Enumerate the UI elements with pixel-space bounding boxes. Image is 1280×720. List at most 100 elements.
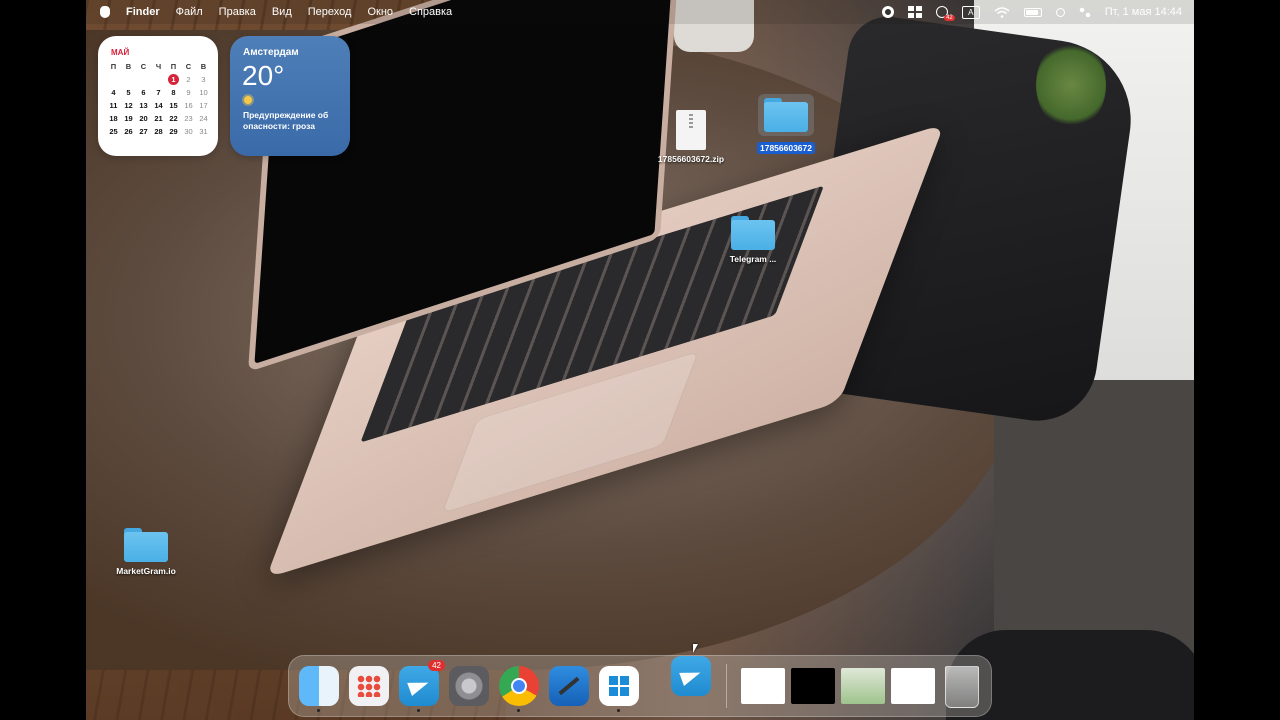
- windows-app-icon[interactable]: [599, 666, 639, 712]
- menu-bar: Finder Файл Правка Вид Переход Окно Спра…: [86, 0, 1194, 24]
- wallpaper-plant: [1036, 40, 1106, 130]
- folder-marketgram-label: MarketGram.io: [116, 566, 176, 576]
- calendar-day: 14: [154, 101, 163, 110]
- calendar-weekday: С: [185, 62, 192, 71]
- running-indicator: [317, 709, 320, 712]
- calendar-day: 18: [109, 114, 118, 123]
- mouse-cursor-icon: [693, 644, 698, 653]
- calendar-day: 30: [184, 127, 193, 136]
- calendar-day: 13: [139, 101, 148, 110]
- chrome-window-thumbnail[interactable]: [891, 668, 935, 704]
- calendar-day: [121, 74, 136, 85]
- calendar-day: 16: [184, 101, 193, 110]
- menu-extras: 42 A Пт, 1 мая 14:44: [881, 0, 1182, 24]
- calendar-day: 9: [186, 88, 191, 97]
- telegram-menu-badge: 42: [944, 15, 955, 21]
- launchpad-icon[interactable]: [349, 666, 389, 706]
- telegram-recent-icon[interactable]: [671, 656, 711, 696]
- calendar-weekday: В: [200, 62, 207, 71]
- menu-file[interactable]: Файл: [176, 6, 203, 18]
- telegram-badge: 42: [428, 660, 445, 671]
- control-center-icon[interactable]: [1078, 6, 1091, 18]
- calendar-day: 4: [111, 88, 116, 97]
- folder-icon: [731, 216, 775, 250]
- dock-separator: [726, 664, 727, 708]
- calendar-day: 19: [124, 114, 133, 123]
- calendar-day: 12: [124, 101, 133, 110]
- calendar-weekday: В: [125, 62, 132, 71]
- chrome-icon[interactable]: [499, 666, 539, 712]
- wifi-icon[interactable]: [994, 6, 1010, 18]
- windows-app-menu-icon[interactable]: [907, 6, 922, 18]
- calendar-day: 29: [169, 127, 178, 136]
- weather-city: Амстердам: [243, 47, 299, 58]
- calendar-day: 3: [201, 75, 206, 84]
- spotlight-search-icon[interactable]: [1055, 7, 1065, 17]
- system-settings-icon[interactable]: [449, 666, 489, 706]
- calendar-weekday: С: [140, 62, 147, 71]
- menu-clock[interactable]: Пт, 1 мая 14:44: [1105, 6, 1182, 18]
- calendar-day: 1: [168, 74, 179, 85]
- desktop-zip-file[interactable]: 17856603672.zip: [646, 110, 736, 164]
- desktop-folder-selected[interactable]: 17856603672: [746, 94, 826, 154]
- weather-alert: Предупреждение об опасности: гроза: [243, 110, 329, 131]
- xcode-icon[interactable]: [549, 666, 589, 706]
- document-window-thumbnail[interactable]: [741, 668, 785, 704]
- folder-telegram-label: Telegram ...: [729, 254, 777, 264]
- calendar-day: [151, 74, 166, 85]
- calendar-day: 7: [156, 88, 161, 97]
- telegram-plane-glyph: [407, 676, 431, 696]
- calendar-day: 26: [124, 127, 133, 136]
- calendar-day: 17: [199, 101, 208, 110]
- menu-go[interactable]: Переход: [308, 6, 352, 18]
- weather-temperature: 20°: [242, 60, 285, 91]
- calendar-month: МАЙ: [111, 48, 130, 57]
- calendar-day: 21: [154, 114, 163, 123]
- dock: 42: [288, 655, 992, 717]
- calendar-day: 10: [199, 88, 208, 97]
- input-source-icon[interactable]: A: [961, 5, 980, 19]
- calendar-day: 22: [169, 114, 178, 123]
- calendar-day: 11: [109, 101, 118, 110]
- selection-highlight: [758, 94, 814, 136]
- running-indicator: [617, 709, 620, 712]
- calendar-day: [106, 74, 121, 85]
- menu-help[interactable]: Справка: [409, 6, 452, 18]
- telegram-icon[interactable]: 42: [399, 660, 445, 712]
- calendar-grid: П В С Ч П С В 1 2 3 4 5 6 7 8 9 10 11 12 13 14 15 16 17 18 19 20 21…: [106, 61, 211, 137]
- calendar-day: 25: [109, 127, 118, 136]
- menu-edit[interactable]: Правка: [219, 6, 256, 18]
- calendar-weekday: Ч: [155, 62, 162, 71]
- weather-widget[interactable]: Амстердам 20° Предупреждение об опасност…: [230, 36, 350, 156]
- desktop-folder-telegram[interactable]: Telegram ...: [713, 216, 793, 264]
- calendar-day: [136, 74, 151, 85]
- calendar-day: 20: [139, 114, 148, 123]
- calendar-day: 2: [186, 75, 191, 84]
- telegram-plane-glyph: [679, 666, 703, 686]
- calendar-day: 6: [141, 88, 146, 97]
- apple-menu-icon[interactable]: [100, 6, 110, 18]
- terminal-window-thumbnail[interactable]: [791, 668, 835, 704]
- telegram-window-thumbnail[interactable]: [841, 668, 885, 704]
- calendar-day: 8: [171, 88, 176, 97]
- telegram-menu-icon[interactable]: 42: [935, 6, 955, 21]
- calendar-day: 15: [169, 101, 178, 110]
- desktop: Finder Файл Правка Вид Переход Окно Спра…: [86, 0, 1194, 720]
- folder-selected-label: 17856603672: [756, 142, 815, 154]
- running-indicator: [517, 709, 520, 712]
- menu-app-name[interactable]: Finder: [126, 6, 160, 18]
- menu-window[interactable]: Окно: [367, 6, 393, 18]
- calendar-day: 31: [199, 127, 208, 136]
- battery-icon[interactable]: [1023, 7, 1042, 17]
- trash-icon[interactable]: [945, 666, 979, 708]
- calendar-day: 23: [184, 114, 193, 123]
- finder-icon[interactable]: [299, 666, 339, 712]
- screen-record-icon[interactable]: [881, 6, 894, 18]
- calendar-weekday: П: [170, 62, 177, 71]
- desktop-folder-marketgram[interactable]: MarketGram.io: [106, 528, 186, 576]
- folder-icon: [124, 528, 168, 562]
- calendar-day: 28: [154, 127, 163, 136]
- menu-view[interactable]: Вид: [272, 6, 292, 18]
- running-indicator: [417, 709, 420, 712]
- calendar-widget[interactable]: МАЙ П В С Ч П С В 1 2 3 4 5 6 7 8 9 10 11 12 13 14 15 16 17 18 19…: [98, 36, 218, 156]
